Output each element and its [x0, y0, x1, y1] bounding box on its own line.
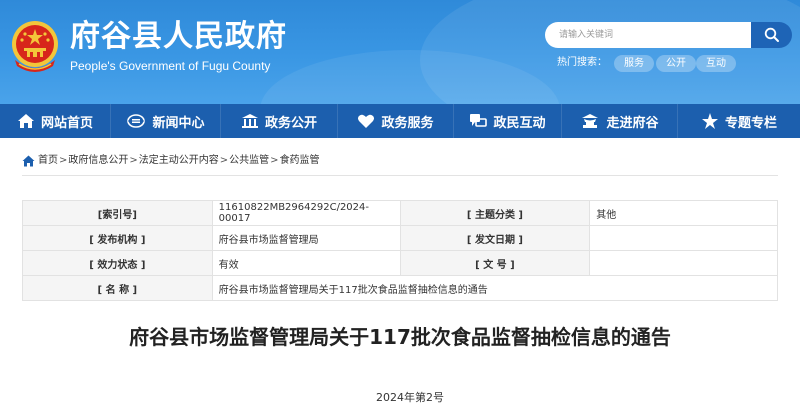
hot-tag-interaction[interactable]: 互动	[696, 55, 736, 72]
breadcrumb-statutory[interactable]: 法定主动公开内容	[139, 154, 219, 168]
site-title[interactable]: 府谷县人民政府	[70, 20, 287, 54]
topic-value: 其他	[589, 200, 778, 226]
nav-item-label: 政民互动	[493, 115, 546, 131]
breadcrumb-separator: >	[219, 155, 229, 166]
breadcrumb-gov-info[interactable]: 政府信息公开	[68, 154, 128, 168]
breadcrumb-food-drug[interactable]: 食药监管	[280, 154, 320, 168]
nav-item-label: 网站首页	[40, 115, 93, 131]
nav-item-special-column[interactable]: 专题专栏	[678, 104, 800, 138]
site-subtitle: People's Government of Fugu County	[70, 59, 271, 73]
building-icon	[241, 114, 258, 128]
status-value: 有效	[211, 250, 401, 276]
doc-number: 2024年第2号	[376, 391, 444, 404]
status-label: [ 效力状态 ]	[22, 250, 213, 276]
main-nav: 网站首页 新闻中心 政务公开 政务服务 政民互动 走进府谷 专题专栏	[0, 104, 800, 138]
site-header: 府谷县人民政府 People's Government of Fugu Coun…	[0, 0, 800, 104]
breadcrumb-separator: >	[59, 155, 68, 166]
nav-item-gov-service[interactable]: 政务服务	[338, 104, 454, 138]
nav-item-visit-fugu[interactable]: 走进府谷	[562, 104, 678, 138]
table-row: [ 发布机构 ] 府谷县市场监督管理局 [ 发文日期 ]	[22, 225, 778, 251]
home-icon	[17, 114, 34, 128]
nav-item-label: 走进府谷	[606, 115, 659, 131]
issuer-value: 府谷县市场监督管理局	[211, 225, 401, 251]
breadcrumb-divider	[22, 175, 778, 176]
breadcrumb-separator: >	[129, 155, 138, 166]
date-label: [ 发文日期 ]	[399, 225, 591, 251]
search-icon	[764, 27, 779, 42]
hot-tag-public[interactable]: 公开	[656, 55, 696, 72]
docno-value	[589, 250, 778, 276]
chat-icon	[470, 114, 488, 127]
index-label: [索引号]	[22, 200, 213, 226]
nav-item-gov-affairs-open[interactable]: 政务公开	[221, 104, 338, 138]
home-icon	[22, 155, 35, 167]
breadcrumb-public-supervision[interactable]: 公共监管	[229, 154, 269, 168]
nav-item-news[interactable]: 新闻中心	[111, 104, 221, 138]
star-icon	[701, 113, 718, 129]
news-icon	[127, 114, 146, 128]
nav-item-label: 政务公开	[264, 115, 317, 131]
index-value: 11610822MB2964292C/2024-00017	[211, 200, 401, 226]
table-row: [索引号] 11610822MB2964292C/2024-00017 [ 主题…	[22, 200, 778, 226]
hot-search-label: 热门搜索：	[557, 57, 607, 68]
nav-item-label: 新闻中心	[152, 115, 205, 131]
name-label: [ 名 称 ]	[22, 275, 213, 301]
breadcrumb-home[interactable]: 首页	[38, 154, 58, 168]
national-emblem-icon[interactable]	[9, 20, 61, 76]
table-row: [ 名 称 ] 府谷县市场监督管理局关于117批次食品监督抽检信息的通告	[22, 275, 779, 301]
nav-item-label: 政务服务	[381, 115, 434, 131]
date-value	[589, 225, 778, 251]
breadcrumb: 首页 > 政府信息公开 > 法定主动公开内容 > 公共监管 > 食药监管	[22, 154, 320, 168]
topic-label: [ 主题分类 ]	[399, 200, 591, 226]
name-value: 府谷县市场监督管理局关于117批次食品监督抽检信息的通告	[211, 275, 779, 301]
nav-item-label: 专题专栏	[724, 115, 777, 131]
hot-tag-service[interactable]: 服务	[614, 55, 654, 72]
article-title: 府谷县市场监督管理局关于117批次食品监督抽检信息的通告	[129, 325, 671, 349]
nav-item-interaction[interactable]: 政民互动	[454, 104, 562, 138]
heart-hands-icon	[358, 114, 375, 128]
landmark-icon	[582, 114, 599, 128]
nav-item-home[interactable]: 网站首页	[0, 104, 111, 138]
search-input[interactable]	[545, 22, 751, 48]
search-button[interactable]	[751, 22, 792, 48]
docno-label: [ 文 号 ]	[399, 250, 591, 276]
document-info-table: [索引号] 11610822MB2964292C/2024-00017 [ 主题…	[22, 200, 779, 301]
breadcrumb-separator: >	[270, 155, 279, 166]
table-row: [ 效力状态 ] 有效 [ 文 号 ]	[22, 250, 778, 276]
issuer-label: [ 发布机构 ]	[22, 225, 213, 251]
